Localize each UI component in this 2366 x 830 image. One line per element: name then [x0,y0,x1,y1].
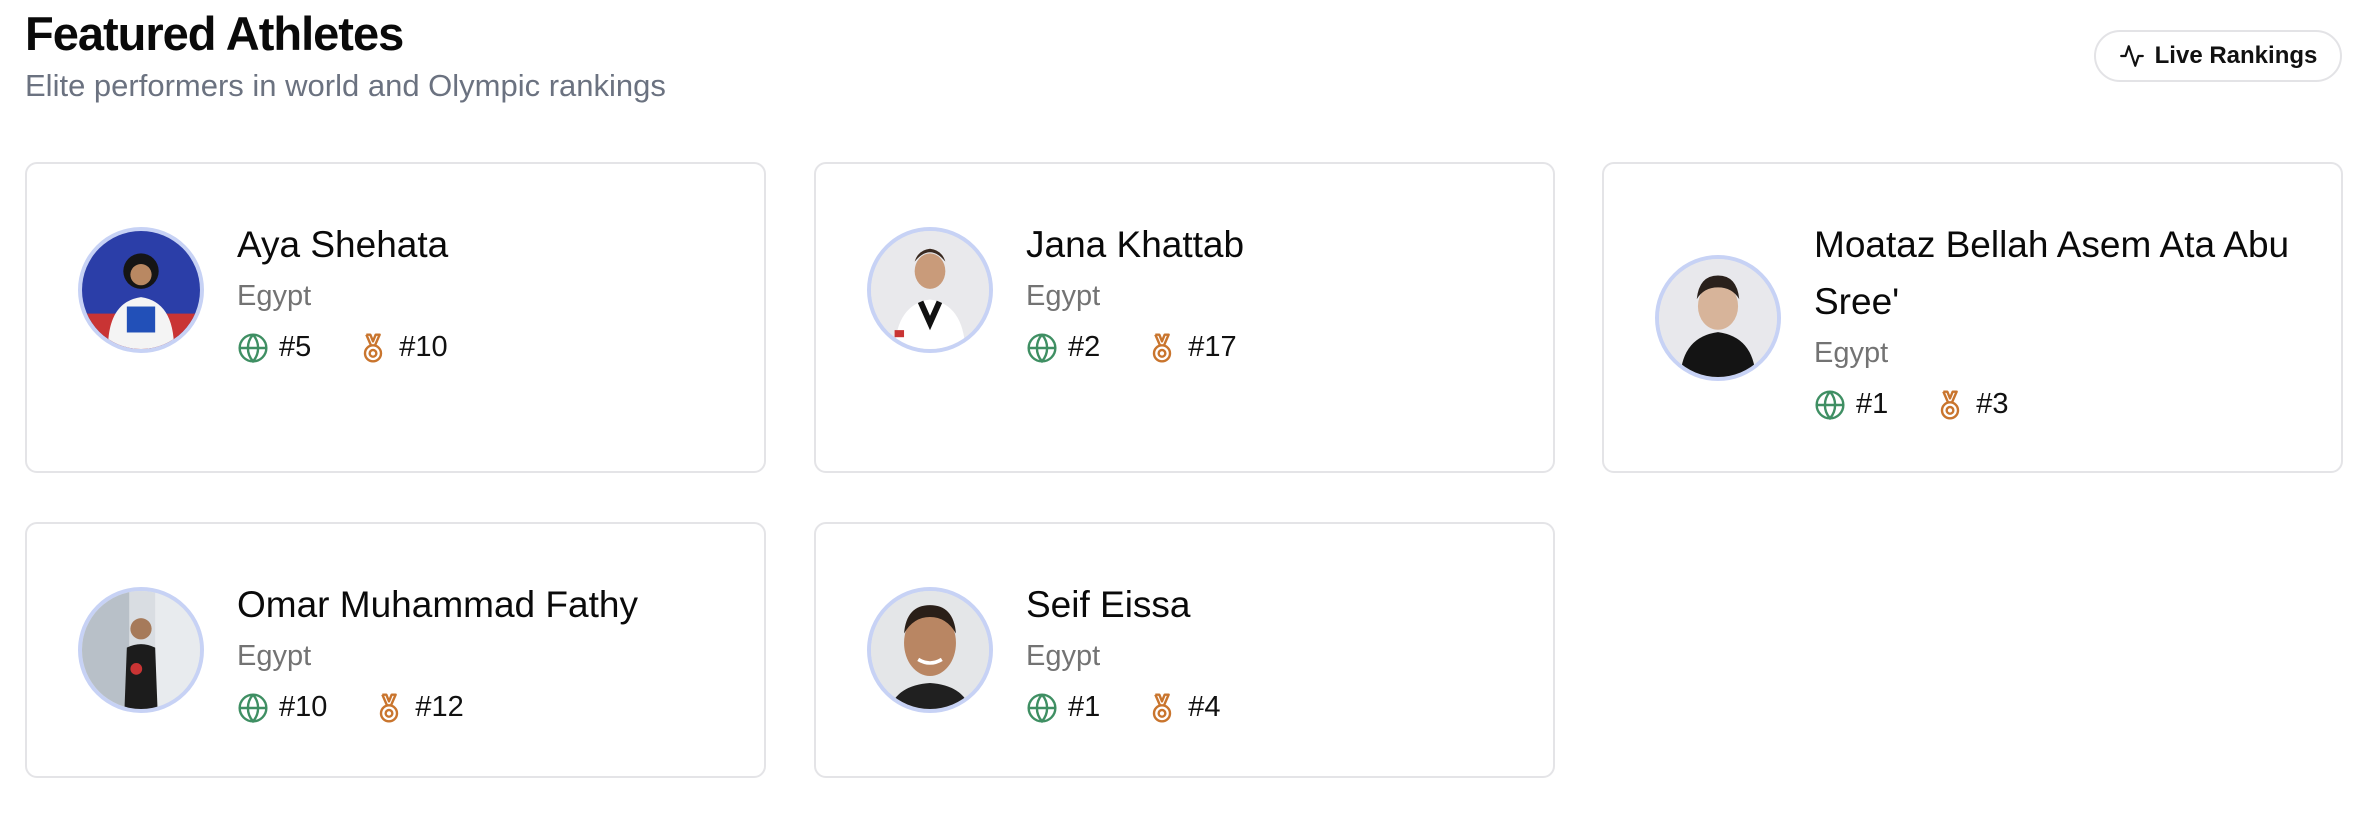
featured-athletes-page: Featured Athletes Elite performers in wo… [0,0,2366,830]
olympic-rank-value: #17 [1188,331,1237,363]
athlete-country: Egypt [237,640,312,672]
live-rankings-button[interactable]: Live Rankings [2094,30,2342,82]
athlete-info: Aya Shehata Egypt #5 #10 [237,216,734,364]
athlete-info: Moataz Bellah Asem Ata Abu Sree' Egypt #… [1814,216,2311,421]
athlete-ranks: #2 #17 [1026,331,1523,364]
athlete-card[interactable]: Omar Muhammad Fathy Egypt #10 #12 [25,522,766,778]
olympic-rank: #3 [1934,388,2009,421]
athlete-avatar [867,587,993,713]
activity-icon [2119,45,2144,67]
athlete-ranks: #1 #3 [1814,388,2311,421]
olympic-rank-value: #4 [1188,691,1221,723]
globe-icon [1027,332,1057,363]
athlete-country: Egypt [1026,280,1101,312]
olympic-rank-value: #10 [399,331,448,363]
athlete-avatar [78,587,204,713]
athlete-card[interactable]: Jana Khattab Egypt #2 #17 [814,162,1555,473]
athlete-country: Egypt [1026,640,1101,672]
athlete-avatar [78,227,204,353]
world-rank-value: #2 [1068,331,1101,363]
athlete-avatar [867,227,993,353]
athlete-avatar [1655,255,1781,381]
world-rank: #1 [1026,691,1100,724]
medal-icon [364,332,383,363]
athlete-name: Moataz Bellah Asem Ata Abu Sree' [1814,224,2290,322]
athlete-info: Omar Muhammad Fathy Egypt #10 #12 [237,576,734,724]
athlete-name: Aya Shehata [237,224,449,265]
medal-icon [380,692,399,723]
globe-icon [238,332,268,363]
world-rank: #1 [1814,388,1888,421]
olympic-rank: #12 [373,691,464,724]
world-rank: #10 [237,691,327,724]
olympic-rank-value: #3 [1976,388,2009,420]
medal-icon [1153,692,1172,723]
world-rank: #5 [237,331,311,364]
page-title: Featured Athletes [25,7,404,60]
athlete-ranks: #5 #10 [237,331,734,364]
world-rank-value: #10 [279,691,328,723]
live-rankings-label: Live Rankings [2154,42,2318,69]
globe-icon [1027,692,1057,723]
athlete-card[interactable]: Moataz Bellah Asem Ata Abu Sree' Egypt #… [1602,162,2343,473]
world-rank-value: #1 [1856,388,1889,420]
athlete-name: Jana Khattab [1026,224,1245,265]
athlete-card[interactable]: Aya Shehata Egypt #5 #10 [25,162,766,473]
world-rank-value: #1 [1068,691,1101,723]
world-rank-value: #5 [279,331,312,363]
athlete-info: Jana Khattab Egypt #2 #17 [1026,216,1523,364]
globe-icon [1815,389,1845,420]
world-rank: #2 [1026,331,1100,364]
athlete-info: Seif Eissa Egypt #1 #4 [1026,576,1523,724]
athlete-name: Seif Eissa [1026,584,1191,625]
athlete-ranks: #10 #12 [237,691,734,724]
section-header: Featured Athletes Elite performers in wo… [25,6,666,107]
olympic-rank-value: #12 [415,691,464,723]
olympic-rank: #10 [357,331,448,364]
page-subtitle: Elite performers in world and Olympic ra… [25,68,666,104]
athlete-name: Omar Muhammad Fathy [237,584,638,625]
athlete-ranks: #1 #4 [1026,691,1523,724]
medal-icon [1153,332,1172,363]
globe-icon [238,692,268,723]
athlete-card[interactable]: Seif Eissa Egypt #1 #4 [814,522,1555,778]
medal-icon [1941,389,1960,420]
athlete-country: Egypt [1814,337,1889,369]
olympic-rank: #17 [1146,331,1237,364]
olympic-rank: #4 [1146,691,1221,724]
athlete-country: Egypt [237,280,312,312]
